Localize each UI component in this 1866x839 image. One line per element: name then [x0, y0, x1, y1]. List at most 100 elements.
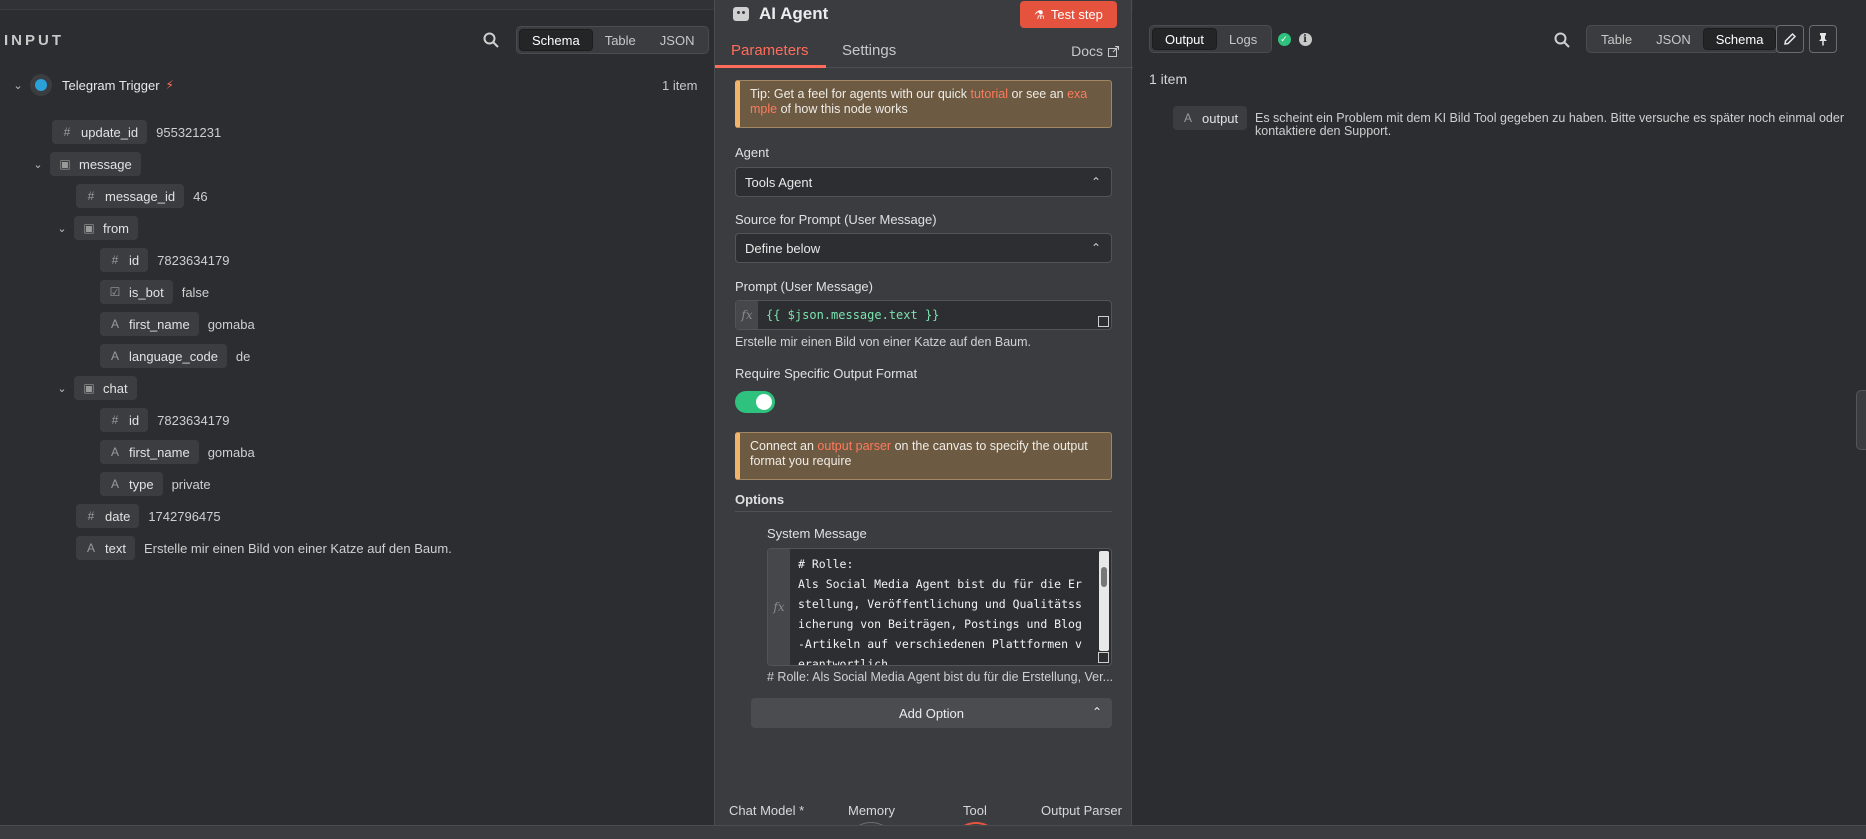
field-key[interactable]: # message_id [76, 184, 185, 208]
field-value: 955321231 [156, 124, 222, 140]
field-row: Atext Erstelle mir einen Bild von einer … [76, 536, 452, 560]
trigger-count: 1 item [662, 78, 698, 93]
tab-logs[interactable]: Logs [1217, 28, 1269, 50]
string-type-icon: A [110, 445, 119, 459]
active-tab-indicator [715, 65, 826, 68]
search-icon[interactable] [480, 29, 502, 51]
input-view-json[interactable]: JSON [648, 29, 707, 51]
source-select[interactable]: Define below ⌃ [735, 233, 1112, 263]
tab-output[interactable]: Output [1152, 28, 1218, 50]
require-format-toggle[interactable] [735, 391, 775, 413]
add-option-label: Add Option [898, 705, 965, 721]
output-view-schema[interactable]: Schema [1702, 28, 1777, 50]
pin-icon [1819, 33, 1827, 46]
output-parser-link[interactable]: output parser [817, 439, 891, 453]
field-value: de [235, 348, 251, 364]
prompt-expression: {{ $json.message.text }} [766, 308, 940, 322]
field-row: # date 1742796475 [76, 504, 221, 528]
connector-chat-model[interactable]: Chat Model * [729, 803, 804, 818]
tab-settings[interactable]: Settings [842, 42, 896, 59]
chevron-up-icon: ⌃ [1090, 241, 1101, 255]
chevron-down-icon[interactable]: ⌄ [56, 222, 68, 235]
field-key[interactable]: ▣ chat [74, 376, 137, 400]
output-parser-notice: Connect an output parser on the canvas t… [735, 432, 1112, 480]
flask-icon: ⚗ [1034, 7, 1045, 22]
trigger-row[interactable]: ⌄ Telegram Trigger ⚡ [12, 73, 174, 97]
output-field-key[interactable]: Aoutput [1173, 106, 1248, 130]
output-panel: Output Logs ✓ i Table JSON Schema 1 item… [1133, 0, 1866, 825]
string-type-icon: A [110, 477, 119, 491]
field-value: 46 [193, 188, 208, 204]
tip-notice: Tip: Get a feel for agents with our quic… [735, 80, 1112, 128]
connector-memory[interactable]: Memory [848, 803, 895, 818]
field-value: gomaba [207, 316, 255, 332]
telegram-icon [30, 74, 52, 96]
connector-output-parser[interactable]: Output Parser [1041, 803, 1122, 818]
source-select-value: Define below [745, 240, 821, 256]
info-icon[interactable]: i [1294, 28, 1316, 50]
field-key[interactable]: Afirst_name [100, 312, 199, 336]
panel-resize-handle[interactable] [1856, 390, 1866, 450]
field-key[interactable]: ☑ is_bot [100, 280, 173, 304]
chevron-down-icon[interactable]: ⌄ [56, 382, 68, 395]
object-type-icon: ▣ [59, 157, 71, 171]
string-type-icon: A [110, 317, 119, 331]
output-view-json[interactable]: JSON [1644, 28, 1703, 50]
system-message-input[interactable]: fx # Rolle: Als Social Media Agent bist … [767, 548, 1112, 666]
field-key[interactable]: ▣ from [74, 216, 138, 240]
field-row: # id 7823634179 [100, 248, 229, 272]
field-row: Alanguage_code de [100, 344, 250, 368]
robot-icon [733, 7, 749, 21]
pin-output-button[interactable] [1809, 25, 1837, 53]
output-field-row: Aoutput [1173, 106, 1248, 130]
field-key[interactable]: # date [76, 504, 140, 528]
node-title-text: AI Agent [759, 4, 829, 23]
notice-text: Connect an [750, 439, 818, 453]
test-step-label: Test step [1050, 7, 1103, 22]
prompt-label: Prompt (User Message) [735, 279, 873, 294]
field-key[interactable]: # id [100, 248, 149, 272]
options-divider [735, 511, 1112, 512]
field-key[interactable]: Atext [76, 536, 135, 560]
output-view-table[interactable]: Table [1589, 28, 1644, 50]
trigger-name: Telegram Trigger [62, 77, 160, 93]
docs-link[interactable]: Docs [1071, 43, 1119, 59]
field-key[interactable]: ▣ message [50, 152, 141, 176]
agent-select-value: Tools Agent [745, 174, 813, 190]
field-key[interactable]: Afirst_name [100, 440, 199, 464]
tab-parameters[interactable]: Parameters [731, 42, 809, 59]
agent-select[interactable]: Tools Agent ⌃ [735, 167, 1112, 197]
chevron-up-icon: ⌃ [1090, 175, 1101, 189]
tip-text: of how this node works [777, 102, 908, 116]
tutorial-link[interactable]: tutorial [970, 87, 1008, 101]
field-value: 7823634179 [157, 252, 230, 268]
lightning-icon: ⚡ [165, 78, 174, 92]
field-value: gomaba [207, 444, 255, 460]
scrollbar[interactable] [1099, 551, 1109, 651]
expand-icon[interactable] [1098, 652, 1109, 663]
chevron-down-icon[interactable]: ⌄ [32, 158, 44, 171]
field-row: Afirst_name gomaba [100, 440, 255, 464]
edit-output-button[interactable] [1776, 25, 1804, 53]
add-option-button[interactable]: Add Option ⌃ [751, 698, 1112, 728]
field-value: 7823634179 [157, 412, 230, 428]
tip-text: or see an [1008, 87, 1068, 101]
field-key[interactable]: # id [100, 408, 149, 432]
prompt-input[interactable]: fx {{ $json.message.text }} [735, 300, 1112, 330]
connector-tool[interactable]: Tool [963, 803, 987, 818]
success-icon: ✓ [1273, 28, 1295, 50]
search-icon[interactable] [1551, 29, 1573, 51]
chevron-down-icon[interactable]: ⌄ [12, 79, 24, 92]
input-view-schema[interactable]: Schema [519, 29, 593, 51]
string-type-icon: A [86, 541, 95, 555]
input-view-table[interactable]: Table [593, 29, 648, 51]
node-panel: AI Agent ⚗ Test step Parameters Settings… [714, 0, 1133, 839]
node-title: AI Agent [733, 4, 828, 24]
field-key[interactable]: Atype [100, 472, 163, 496]
field-key[interactable]: Alanguage_code [100, 344, 227, 368]
system-message-label: System Message [767, 526, 867, 541]
test-step-button[interactable]: ⚗ Test step [1020, 1, 1117, 28]
field-row: ⌄ ▣ message [32, 152, 141, 176]
field-key[interactable]: # update_id [52, 120, 148, 144]
expand-icon[interactable] [1098, 316, 1109, 327]
